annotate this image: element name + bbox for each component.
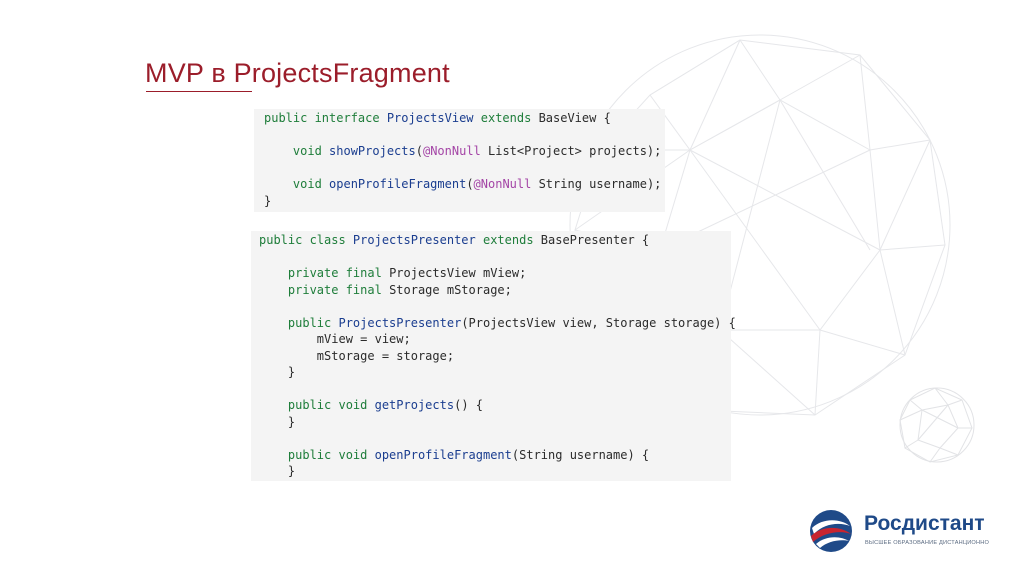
- code-token: public: [287, 315, 339, 330]
- code-token: }: [264, 193, 272, 208]
- logo-tagline: ВЫСШЕЕ ОБРАЗОВАНИЕ ДИСТАНЦИОННО: [865, 540, 990, 546]
- code-token: public class: [259, 233, 353, 247]
- code-token: openProfileFragment: [374, 447, 512, 462]
- code-token: mView = view;: [259, 332, 411, 346]
- code-token: public interface: [264, 111, 387, 125]
- code-token: Storage mStorage;: [389, 282, 512, 297]
- code-line: }: [259, 414, 731, 431]
- code-token: }: [259, 365, 296, 379]
- code-block-projects-presenter: public class ProjectsPresenter extends B…: [251, 231, 736, 481]
- code-token: showProjects: [329, 144, 416, 158]
- code-line: public void openProfileFragment(String u…: [259, 447, 731, 464]
- code-token: (ProjectsView view, Storage storage) {: [461, 315, 736, 330]
- code-token: getProjects: [374, 398, 455, 412]
- code-token: () {: [454, 398, 483, 412]
- code-line: mView = view;: [259, 331, 731, 348]
- code-line: }: [259, 463, 731, 480]
- code-token: public void: [287, 447, 375, 462]
- code-token: }: [259, 414, 296, 429]
- code-block-projects-view: public interface ProjectsView extends Ba…: [254, 109, 665, 212]
- code-token: public void: [287, 398, 375, 412]
- code-token: @NonNull: [422, 144, 481, 158]
- code-token: ProjectsPresenter: [352, 233, 476, 247]
- code-token: (: [466, 177, 474, 191]
- code-token: ProjectsView: [386, 111, 474, 125]
- code-token: ProjectsPresenter: [338, 315, 462, 330]
- code-token: private final: [287, 282, 390, 297]
- code-token: openProfileFragment: [329, 177, 467, 191]
- code-token: void: [292, 177, 330, 191]
- code-token: String username);: [531, 177, 662, 191]
- code-line: public class ProjectsPresenter extends B…: [259, 232, 731, 249]
- code-line: void showProjects(@NonNull List<Project>…: [264, 143, 665, 160]
- code-line: public ProjectsPresenter(ProjectsView vi…: [259, 315, 736, 332]
- logo-name: Росдистант: [864, 512, 985, 535]
- code-token: extends: [473, 111, 539, 125]
- code-line: mStorage = storage;: [259, 348, 731, 365]
- code-token: private final: [287, 266, 390, 280]
- code-line: }: [259, 364, 731, 381]
- code-line: }: [264, 193, 665, 210]
- code-token: BasePresenter {: [540, 233, 650, 247]
- title-underline: [146, 91, 252, 92]
- rosdistant-emblem-icon: [810, 510, 852, 552]
- code-token: void: [292, 144, 330, 158]
- code-token: }: [259, 464, 296, 478]
- slide-title: MVP в ProjectsFragment: [145, 58, 450, 88]
- code-token: List<Project> projects);: [480, 144, 662, 158]
- code-token: (String username) {: [511, 447, 650, 462]
- code-token: extends: [475, 233, 541, 247]
- code-token: mStorage = storage;: [259, 348, 455, 363]
- code-line: private final ProjectsView mView;: [259, 265, 731, 282]
- code-line: public void getProjects() {: [259, 397, 731, 414]
- code-token: @NonNull: [473, 177, 532, 191]
- code-line: private final Storage mStorage;: [259, 282, 731, 299]
- code-token: (: [415, 144, 423, 158]
- code-line: void openProfileFragment(@NonNull String…: [264, 176, 665, 193]
- rosdistant-logo: Росдистант ВЫСШЕЕ ОБРАЗОВАНИЕ ДИСТАНЦИОН…: [808, 508, 998, 556]
- code-token: ProjectsView mView;: [389, 266, 527, 280]
- code-token: BaseView {: [538, 111, 611, 125]
- code-line: public interface ProjectsView extends Ba…: [264, 110, 665, 127]
